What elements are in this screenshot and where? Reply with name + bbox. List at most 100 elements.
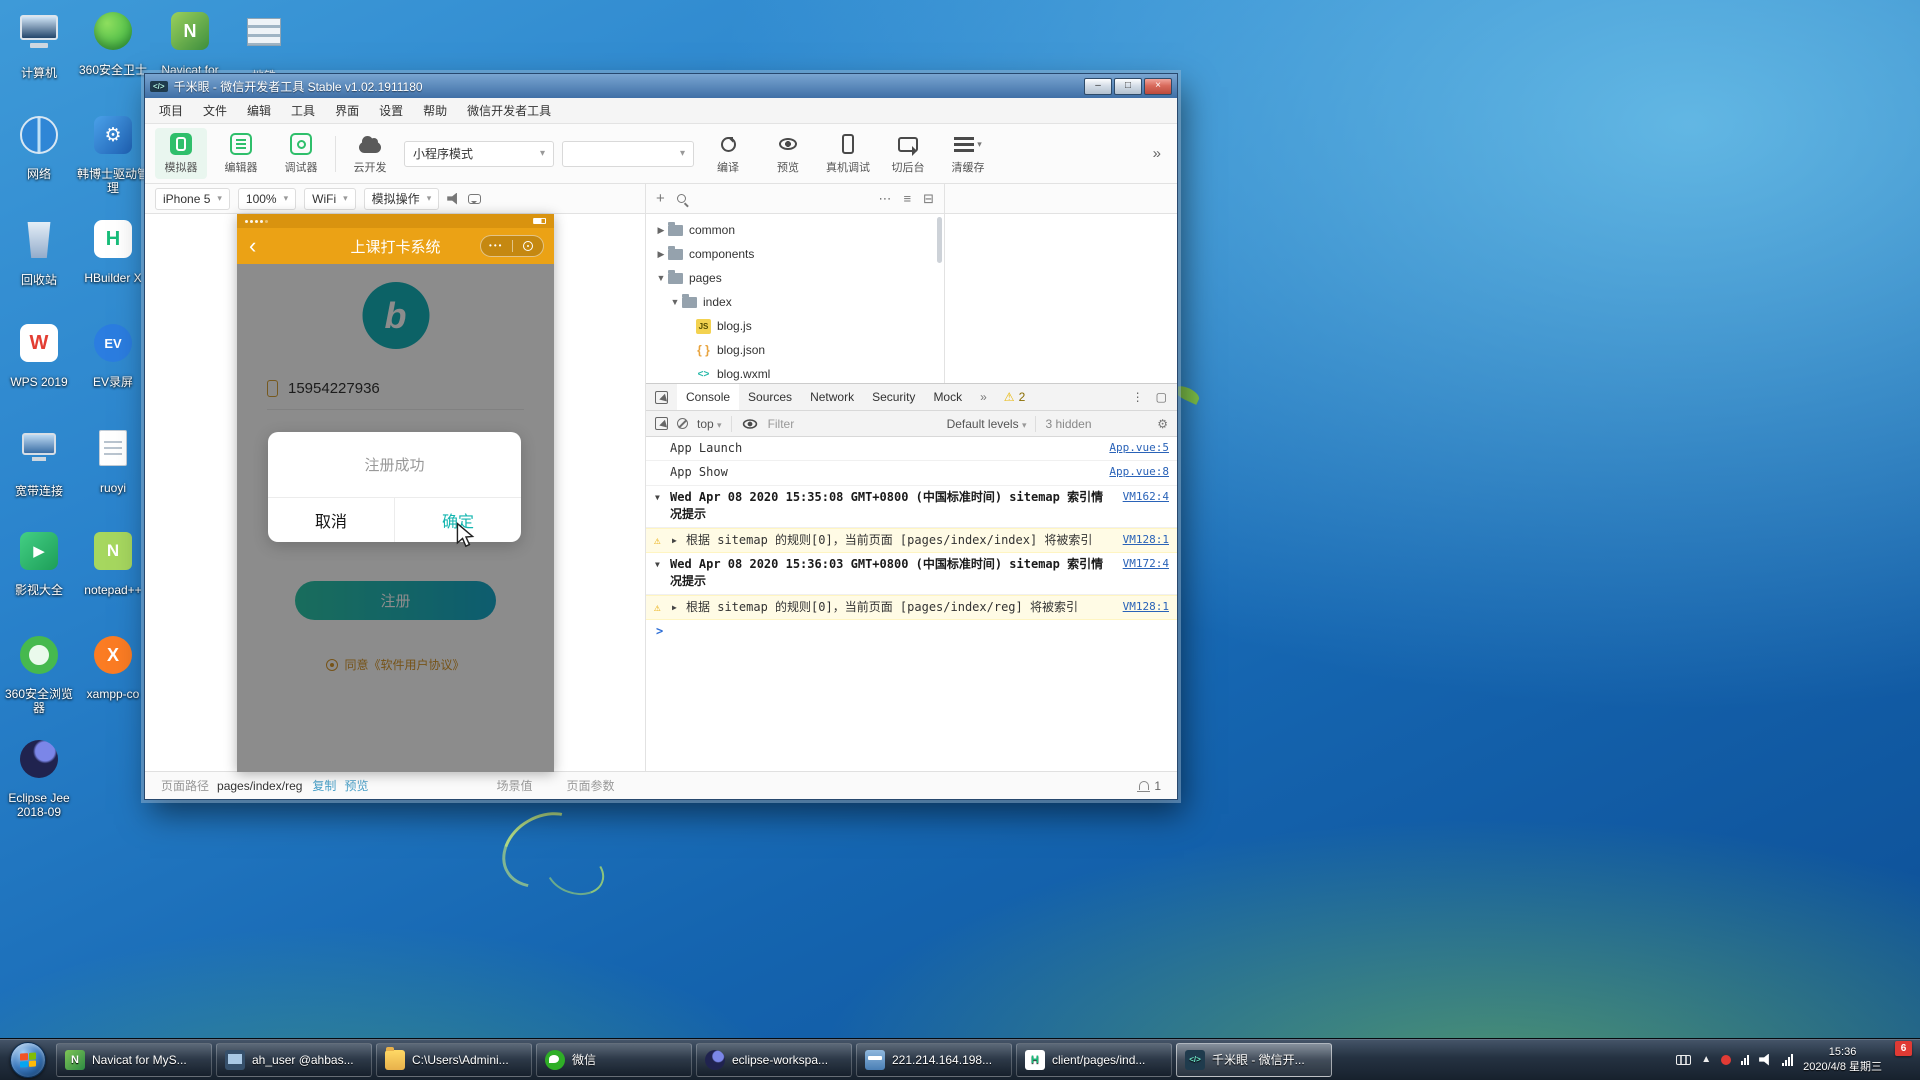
tab-sources[interactable]: Sources — [739, 384, 801, 410]
menu-tools[interactable]: 工具 — [281, 102, 325, 119]
tree-item-blog-js[interactable]: JS blog.js — [646, 314, 944, 338]
taskbar-clock[interactable]: 15:36 2020/4/8 星期三 — [1803, 1045, 1882, 1075]
input-method-icon[interactable] — [1676, 1055, 1691, 1065]
menu-edit[interactable]: 编辑 — [237, 102, 281, 119]
console-settings-icon[interactable]: ⚙ — [1157, 417, 1168, 431]
source-link[interactable]: VM172:4 — [1123, 556, 1169, 572]
taskbar-item-remote-desktop[interactable]: 221.214.164.198... — [856, 1043, 1012, 1077]
activity-bars-icon[interactable] — [1741, 1055, 1749, 1065]
desktop-icon-computer[interactable]: 计算机 — [2, 10, 76, 80]
notification-badge[interactable]: 6 — [1895, 1041, 1912, 1056]
maximize-button[interactable]: □ — [1114, 78, 1142, 95]
notifications-counter[interactable]: 1 — [1139, 779, 1161, 793]
filter-input[interactable] — [768, 417, 938, 431]
tree-caret-icon[interactable]: ▶ — [654, 249, 668, 260]
close-button[interactable]: × — [1144, 78, 1172, 95]
desktop-icon-yingshi[interactable]: ▶ 影视大全 — [2, 530, 76, 597]
menu-file[interactable]: 文件 — [193, 102, 237, 119]
menu-project[interactable]: 项目 — [149, 102, 193, 119]
context-select[interactable]: top ▾ — [697, 417, 722, 431]
tree-caret-icon[interactable]: ▼ — [668, 297, 682, 307]
network-select[interactable]: WiFi ▾ — [304, 188, 356, 210]
toolbar-more-button[interactable]: » — [1153, 145, 1167, 162]
desktop-icon-xampp[interactable]: X xampp-co — [76, 634, 150, 701]
compile-button[interactable]: 编译 — [702, 128, 754, 179]
taskbar-item-hbuilder[interactable]: H client/pages/ind... — [1016, 1043, 1172, 1077]
warning-counter[interactable]: ⚠ 2 — [1004, 390, 1025, 404]
tab-security[interactable]: Security — [863, 384, 924, 410]
split-view-button[interactable]: ⊟ — [923, 191, 934, 207]
mode-select[interactable]: 小程序模式 ▾ — [404, 141, 554, 167]
source-link[interactable]: App.vue:5 — [1109, 440, 1169, 456]
network-signal-icon[interactable] — [1782, 1054, 1793, 1066]
tree-item-blog-wxml[interactable]: <> blog.wxml — [646, 362, 944, 386]
desktop-icon-navicat[interactable]: N Navicat for — [153, 10, 227, 77]
dots-menu-button[interactable]: ⋯ — [879, 191, 892, 207]
clear-console-icon[interactable] — [677, 418, 688, 429]
copy-link[interactable]: 复制 — [312, 777, 336, 794]
back-chevron-icon[interactable]: ‹ — [237, 235, 268, 257]
console-warning-row[interactable]: ⚠ ▶ 根据 sitemap 的规则[0]，当前页面 [pages/index/… — [646, 595, 1177, 620]
desktop-icon-recycle-bin[interactable]: 回收站 — [2, 218, 76, 287]
volume-icon[interactable] — [447, 193, 460, 205]
source-link[interactable]: VM162:4 — [1123, 489, 1169, 505]
show-hidden-icons-button[interactable]: ▲ — [1701, 1054, 1711, 1065]
device-select[interactable]: iPhone 5 ▾ — [155, 188, 230, 210]
console-group-row[interactable]: ▼ Wed Apr 08 2020 15:36:03 GMT+0800 (中国标… — [646, 553, 1177, 595]
compile-option-select[interactable]: ▾ — [562, 141, 694, 167]
eye-icon[interactable] — [742, 419, 756, 429]
tree-caret-icon[interactable]: ▶ — [654, 225, 668, 236]
minimize-button[interactable]: – — [1084, 78, 1112, 95]
menu-settings[interactable]: 设置 — [369, 102, 413, 119]
tab-mock[interactable]: Mock — [924, 384, 971, 410]
simulate-action-select[interactable]: 模拟操作 ▾ — [364, 188, 440, 210]
tree-item-common[interactable]: ▶ common — [646, 218, 944, 242]
preview-button[interactable]: 预览 — [762, 128, 814, 179]
source-link[interactable]: VM128:1 — [1123, 599, 1169, 615]
message-icon[interactable] — [468, 194, 481, 204]
editor-toggle-button[interactable]: 编辑器 — [215, 128, 267, 179]
menu-interface[interactable]: 界面 — [325, 102, 369, 119]
tabs-more-button[interactable]: » — [971, 384, 996, 410]
desktop-icon-eclipse[interactable]: Eclipse Jee 2018-09 — [2, 738, 76, 820]
source-link[interactable]: App.vue:8 — [1109, 464, 1169, 480]
close-miniprogram-icon[interactable] — [513, 236, 544, 256]
tree-item-blog-json[interactable]: { } blog.json — [646, 338, 944, 362]
zoom-select[interactable]: 100% ▾ — [238, 188, 296, 210]
kebab-menu-icon[interactable]: ⋮ — [1132, 390, 1144, 404]
scene-label[interactable]: 场景值 — [496, 777, 532, 794]
expand-caret-icon[interactable]: ▶ — [672, 535, 677, 547]
outline-button[interactable]: ≡ — [904, 191, 912, 206]
notification-dot-icon[interactable] — [1721, 1055, 1731, 1065]
preview-link[interactable]: 预览 — [344, 777, 368, 794]
tree-caret-icon[interactable]: ▼ — [654, 273, 668, 283]
console-prompt[interactable]: > — [646, 620, 1177, 642]
add-file-button[interactable]: + — [656, 190, 665, 207]
clear-cache-button[interactable]: ▾ 清缓存 — [942, 128, 994, 179]
desktop-icon-ev[interactable]: EV EV录屏 — [76, 322, 150, 389]
source-link[interactable]: VM128:1 — [1123, 532, 1169, 548]
cloud-dev-button[interactable]: 云开发 — [344, 128, 396, 179]
taskbar-item-explorer[interactable]: C:\Users\Admini... — [376, 1043, 532, 1077]
tree-item-components[interactable]: ▶ components — [646, 242, 944, 266]
desktop-icon-broadband[interactable]: 宽带连接 — [2, 426, 76, 498]
desktop-icon-wps[interactable]: W WPS 2019 — [2, 322, 76, 389]
desktop-icon-network[interactable]: 网络 — [2, 114, 76, 181]
window-titlebar[interactable]: </> 千米眼 - 微信开发者工具 Stable v1.02.1911180 –… — [145, 74, 1177, 98]
tree-scrollbar[interactable] — [937, 217, 942, 263]
tab-console[interactable]: Console — [677, 384, 739, 410]
dock-panel-icon[interactable]: ▢ — [1156, 390, 1167, 404]
collapse-caret-icon[interactable]: ▼ — [655, 559, 660, 571]
menu-dots-icon[interactable]: ••• — [481, 236, 512, 256]
tree-item-index[interactable]: ▼ index — [646, 290, 944, 314]
taskbar-item-wechat-devtools[interactable]: </> 千米眼 - 微信开... — [1176, 1043, 1332, 1077]
start-button[interactable] — [10, 1042, 46, 1078]
inspect-element-icon[interactable] — [655, 391, 668, 404]
tab-network[interactable]: Network — [801, 384, 863, 410]
taskbar-item-eclipse[interactable]: eclipse-workspa... — [696, 1043, 852, 1077]
desktop-icon-360-browser[interactable]: 360安全浏览器 — [2, 634, 76, 716]
remote-debug-button[interactable]: 真机调试 — [822, 128, 874, 179]
debugger-toggle-button[interactable]: 调试器 — [275, 128, 327, 179]
log-levels-select[interactable]: Default levels ▾ — [947, 417, 1027, 431]
live-expression-icon[interactable] — [655, 417, 668, 430]
